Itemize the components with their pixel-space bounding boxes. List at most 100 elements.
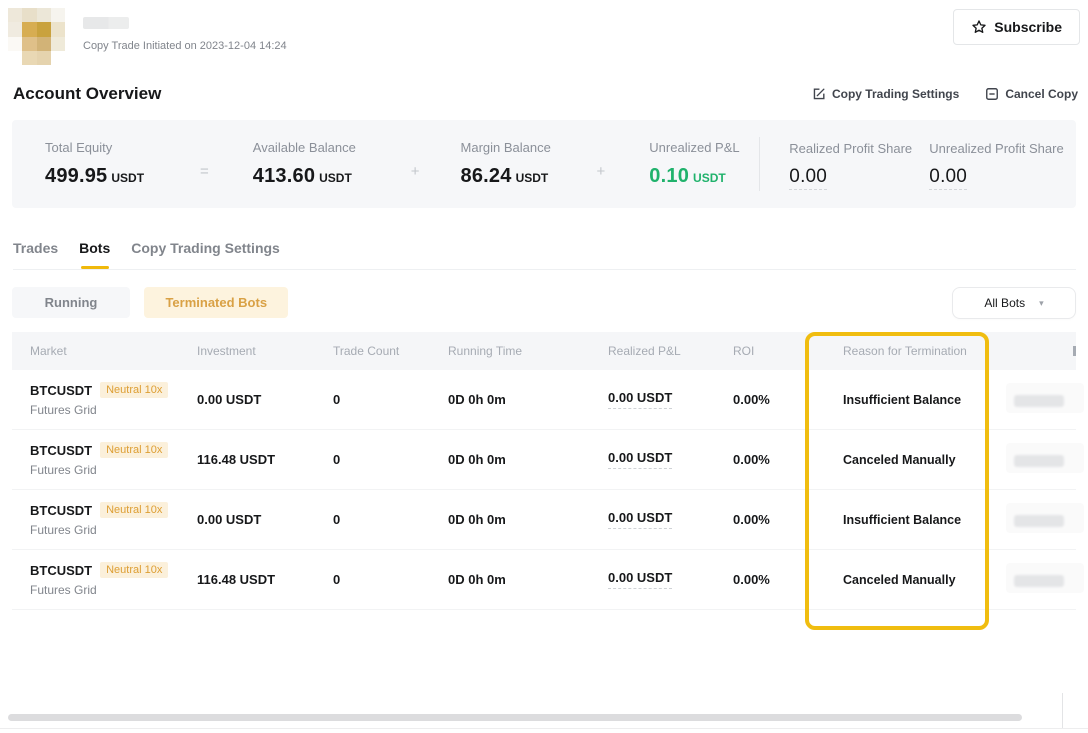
col-header-market: Market xyxy=(30,344,197,358)
copy-trade-initiated-text: Copy Trade Initiated on 2023-12-04 14:24 xyxy=(83,40,287,52)
trader-identity: Copy Trade Initiated on 2023-12-04 14:24 xyxy=(8,8,1080,65)
roi-value: 0.00% xyxy=(733,452,843,467)
stat-unit: USDT xyxy=(111,171,144,185)
bot-type-dropdown-value: All Bots xyxy=(984,296,1025,310)
termination-reason: Canceled Manually xyxy=(843,573,1005,587)
stat-value[interactable]: 0.00 xyxy=(929,166,967,190)
strategy-type: Futures Grid xyxy=(30,583,197,597)
star-icon xyxy=(971,19,987,35)
stat-label: Margin Balance xyxy=(461,140,597,155)
tab-copy-trading-settings[interactable]: Copy Trading Settings xyxy=(131,240,280,269)
row-actions-redacted xyxy=(1006,507,1076,533)
row-actions-redacted xyxy=(1006,387,1076,413)
trade-count-value: 0 xyxy=(333,572,448,587)
stat-value: 86.24 xyxy=(461,165,512,187)
market-cell: BTCUSDTNeutral 10x Futures Grid xyxy=(30,562,197,597)
table-header-row: Market Investment Trade Count Running Ti… xyxy=(12,332,1076,370)
table-row: BTCUSDTNeutral 10x Futures Grid 0.00 USD… xyxy=(12,370,1076,430)
subscribe-label: Subscribe xyxy=(994,19,1062,35)
market-symbol: BTCUSDT xyxy=(30,563,92,578)
horizontal-scrollbar[interactable] xyxy=(8,714,1022,721)
stat-value: 0.10 xyxy=(649,165,689,187)
terminated-bots-filter-button[interactable]: Terminated Bots xyxy=(144,287,288,318)
row-action-button-redacted[interactable] xyxy=(1014,515,1064,527)
termination-reason: Insufficient Balance xyxy=(843,513,1005,527)
plus-operator: + xyxy=(411,163,420,180)
stat-label: Realized Profit Share xyxy=(789,141,929,156)
table-row: BTCUSDT Neutral 10x Futures Grid 0.00 USD… xyxy=(12,490,1076,550)
chevron-down-icon: ▾ xyxy=(1039,298,1044,309)
roi-value: 0.00% xyxy=(733,512,843,527)
cancel-copy-label: Cancel Copy xyxy=(1005,87,1078,101)
subscribe-button[interactable]: Subscribe xyxy=(953,9,1080,45)
stat-label: Unrealized Profit Share xyxy=(929,141,1063,156)
col-header-trade-count: Trade Count xyxy=(333,344,448,358)
stat-total-equity: Total Equity 499.95 USDT xyxy=(45,140,200,188)
termination-reason: Insufficient Balance xyxy=(843,393,1005,407)
realized-pnl-value[interactable]: 0.00 USDT xyxy=(608,450,672,469)
stat-label: Unrealized P&L xyxy=(649,140,759,155)
realized-pnl-value[interactable]: 0.00 USDT xyxy=(608,570,672,589)
account-overview-header: Account Overview Copy Trading Settings xyxy=(0,66,1088,120)
market-symbol: BTCUSDT xyxy=(30,443,92,458)
plus-operator: + xyxy=(597,163,606,180)
stat-unit: USDT xyxy=(693,171,726,185)
strategy-badge: Neutral 10x xyxy=(100,502,168,518)
bot-type-dropdown[interactable]: All Bots ▾ xyxy=(952,287,1076,319)
equals-operator: = xyxy=(200,163,209,180)
copy-trading-account-page: Copy Trade Initiated on 2023-12-04 14:24… xyxy=(0,0,1088,733)
main-tabs: Trades Bots Copy Trading Settings xyxy=(13,240,1076,270)
stat-value[interactable]: 0.00 xyxy=(789,166,827,190)
tab-trades[interactable]: Trades xyxy=(13,240,58,269)
stat-label: Total Equity xyxy=(45,140,200,155)
clipped-column-header xyxy=(1073,346,1076,356)
investment-value: 0.00 USDT xyxy=(197,392,333,407)
realized-pnl-value[interactable]: 0.00 USDT xyxy=(608,390,672,409)
stat-available-balance: Available Balance 413.60USDT xyxy=(253,140,411,188)
table-row: BTCUSDTNeutral 10x Futures Grid 116.48 U… xyxy=(12,550,1076,610)
stat-unrealized-profit-share: Unrealized Profit Share 0.00 xyxy=(929,141,1063,188)
copy-trading-settings-button[interactable]: Copy Trading Settings xyxy=(812,87,959,101)
row-action-button-redacted[interactable] xyxy=(1014,455,1064,467)
row-actions-redacted xyxy=(1006,567,1076,593)
col-header-reason: Reason for Termination xyxy=(843,344,1005,358)
roi-value: 0.00% xyxy=(733,392,843,407)
table-row: BTCUSDTNeutral 10x Futures Grid 116.48 U… xyxy=(12,430,1076,490)
market-cell: BTCUSDT Neutral 10x Futures Grid xyxy=(30,502,197,537)
account-stats-bar: Total Equity 499.95USDT = Available Bala… xyxy=(12,120,1076,208)
strategy-type: Futures Grid xyxy=(30,403,197,417)
stat-unit: USDT xyxy=(516,171,549,185)
row-action-button-redacted[interactable] xyxy=(1014,575,1064,587)
stat-margin-balance: Margin Balance 86.24 USDT xyxy=(461,140,597,188)
running-time-value: 0D 0h 0m xyxy=(448,512,608,527)
row-action-button-redacted[interactable] xyxy=(1014,395,1064,407)
market-symbol: BTCUSDT xyxy=(30,503,92,518)
col-header-investment: Investment xyxy=(197,344,333,358)
avatar xyxy=(8,8,65,65)
strategy-type: Futures Grid xyxy=(30,523,197,537)
terminated-bots-table: Market Investment Trade Count Running Ti… xyxy=(0,332,1088,610)
stat-value: 413.60 xyxy=(253,165,315,187)
realized-pnl-value[interactable]: 0.00 USDT xyxy=(608,510,672,529)
edit-icon xyxy=(812,87,826,101)
bot-filters: Running Terminated Bots All Bots ▾ xyxy=(12,287,1076,319)
cancel-copy-button[interactable]: Cancel Copy xyxy=(985,87,1078,101)
trader-name-redacted xyxy=(83,17,129,29)
trader-header: Copy Trade Initiated on 2023-12-04 14:24… xyxy=(0,0,1088,66)
investment-value: 0.00 USDT xyxy=(197,512,333,527)
investment-value: 116.48 USDT xyxy=(197,452,333,467)
overview-actions: Copy Trading Settings Cancel Copy xyxy=(812,87,1078,101)
col-header-realized-pnl: Realized P&L xyxy=(608,344,733,358)
stat-value: 499.95 xyxy=(45,165,107,187)
running-time-value: 0D 0h 0m xyxy=(448,572,608,587)
tab-bots[interactable]: Bots xyxy=(79,240,110,269)
fixed-column-divider xyxy=(1062,693,1063,729)
running-filter-button[interactable]: Running xyxy=(12,287,130,318)
col-header-running-time: Running Time xyxy=(448,344,608,358)
stat-realized-profit-share: Realized Profit Share 0.00 xyxy=(789,141,929,188)
stat-unit: USDT xyxy=(319,171,352,185)
market-symbol: BTCUSDT xyxy=(30,383,92,398)
copy-trading-settings-label: Copy Trading Settings xyxy=(832,87,959,101)
row-actions-redacted xyxy=(1006,447,1076,473)
investment-value: 116.48 USDT xyxy=(197,572,333,587)
